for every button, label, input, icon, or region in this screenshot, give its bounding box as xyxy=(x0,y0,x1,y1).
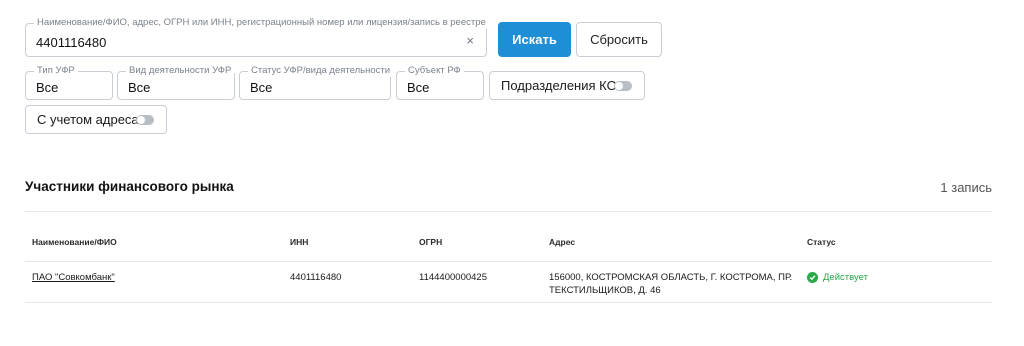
org-name-link[interactable]: ПАО "Совкомбанк" xyxy=(32,271,115,284)
divider xyxy=(25,302,992,303)
search-field[interactable]: Наименование/ФИО, адрес, ОГРН или ИНН, р… xyxy=(25,17,489,57)
divisions-switch[interactable] xyxy=(614,81,632,91)
filter-region-value: Все xyxy=(407,80,430,95)
filter-activity-select[interactable]: Вид деятельности УФР Все xyxy=(117,65,235,100)
filter-status-label: Статус УФР/вида деятельности xyxy=(248,65,394,77)
search-input[interactable]: 4401116480 xyxy=(36,35,106,51)
divider xyxy=(25,211,992,212)
results-title: Участники финансового рынка xyxy=(25,179,234,194)
record-count: 1 запись xyxy=(940,180,992,195)
divider xyxy=(25,261,992,262)
address-toggle-label: С учетом адреса xyxy=(37,112,139,127)
reset-button[interactable]: Сбросить xyxy=(576,22,662,57)
filter-status-value: Все xyxy=(250,80,273,95)
filter-region-label: Субъект РФ xyxy=(405,65,464,77)
filter-region-select[interactable]: Субъект РФ Все xyxy=(396,65,484,100)
filter-activity-label: Вид деятельности УФР xyxy=(126,65,235,77)
search-label: Наименование/ФИО, адрес, ОГРН или ИНН, р… xyxy=(34,17,489,29)
inn-cell: 4401116480 xyxy=(290,272,342,283)
address-switch[interactable] xyxy=(136,115,154,125)
filter-type-label: Тип УФР xyxy=(34,65,78,77)
column-header-ogrn: ОГРН xyxy=(419,237,443,247)
filter-status-select[interactable]: Статус УФР/вида деятельности Все xyxy=(239,65,394,100)
column-header-status: Статус xyxy=(807,237,836,247)
divisions-toggle[interactable]: Подразделения КО xyxy=(489,71,645,100)
address-toggle[interactable]: С учетом адреса xyxy=(25,105,167,134)
ogrn-cell: 1144400000425 xyxy=(419,272,487,283)
column-header-address: Адрес xyxy=(549,237,576,247)
search-button[interactable]: Искать xyxy=(498,22,571,57)
filter-activity-value: Все xyxy=(128,80,151,95)
check-circle-icon xyxy=(807,272,818,283)
clear-icon[interactable]: × xyxy=(466,34,474,48)
divisions-toggle-label: Подразделения КО xyxy=(501,78,617,93)
status-badge: Действует xyxy=(823,272,868,283)
column-header-name: Наименование/ФИО xyxy=(32,237,117,247)
address-cell: 156000, КОСТРОМСКАЯ ОБЛАСТЬ, Г. КОСТРОМА… xyxy=(549,272,793,296)
status-cell: Действует xyxy=(807,271,868,284)
filter-type-select[interactable]: Тип УФР Все xyxy=(25,65,113,100)
filter-type-value: Все xyxy=(36,80,59,95)
column-header-inn: ИНН xyxy=(290,237,309,247)
